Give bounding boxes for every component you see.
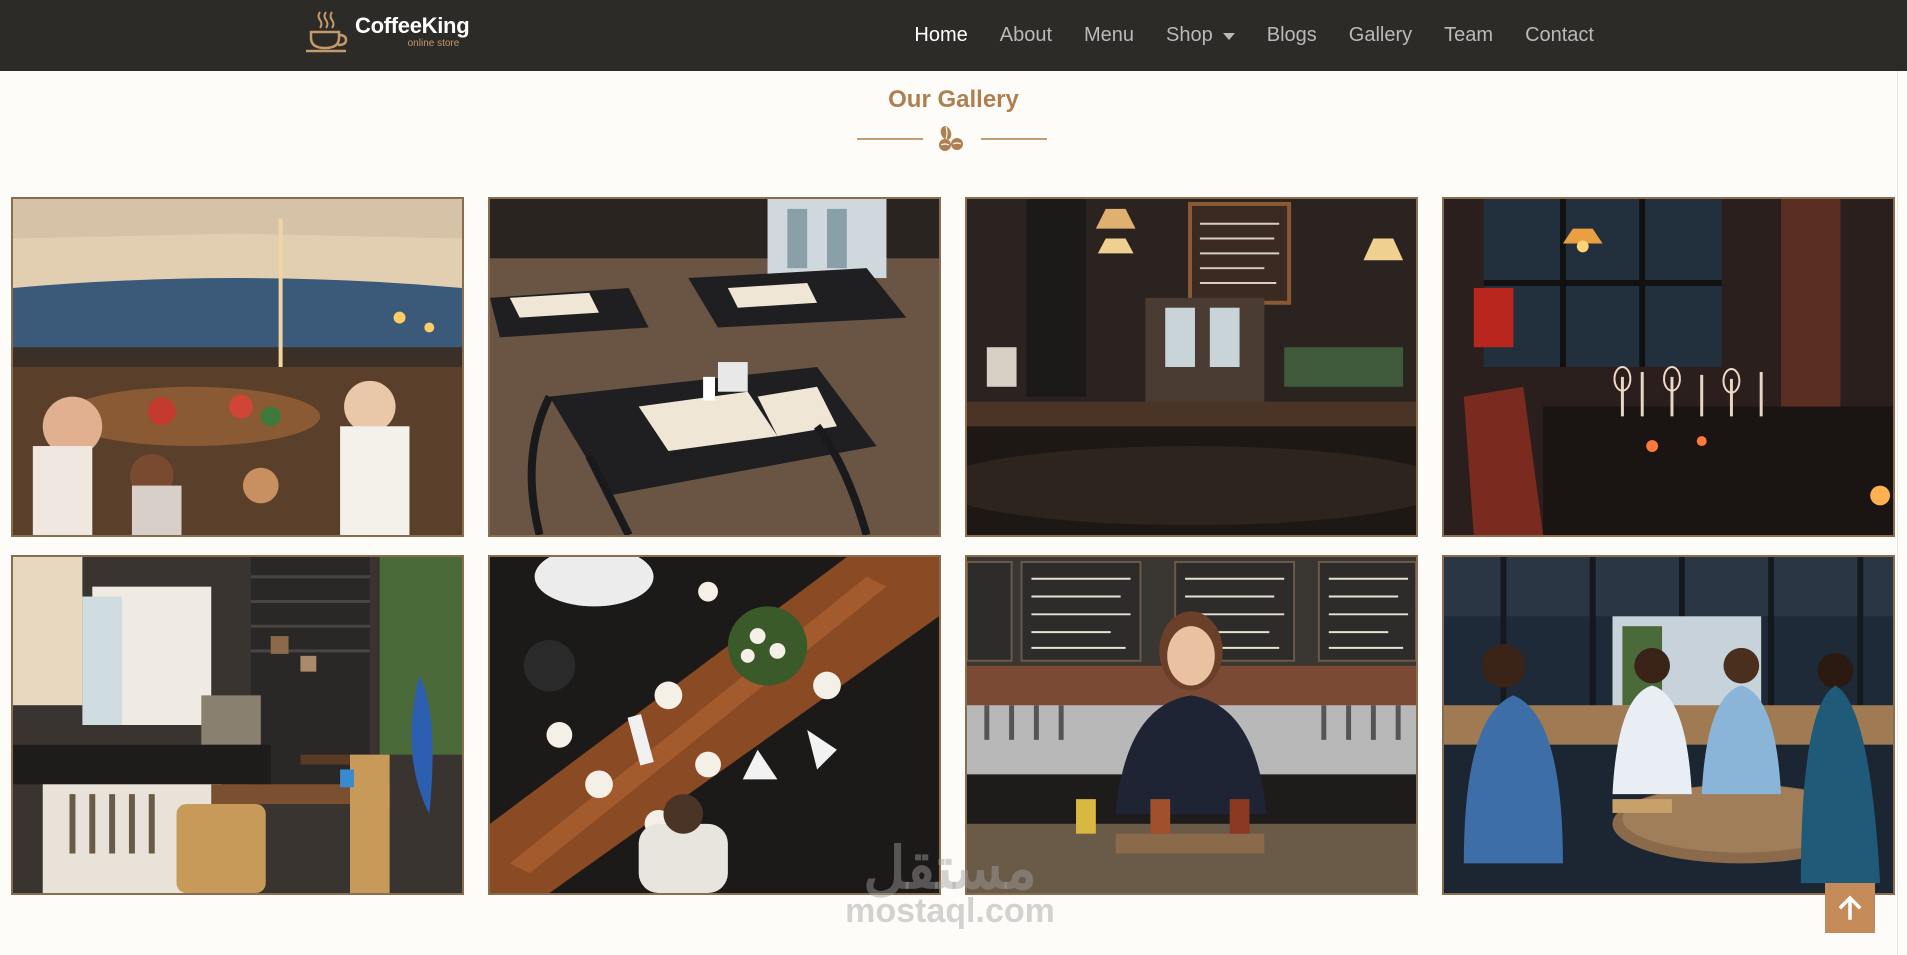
- nav-item-label: Home: [914, 24, 968, 46]
- nav-item-label: About: [999, 24, 1053, 46]
- coffee-cup-icon: [306, 11, 348, 53]
- coffee-beans-icon: [939, 126, 963, 151]
- nav-item-label: Menu: [1084, 24, 1135, 46]
- gallery-photo-outdoor-dinner[interactable]: [11, 197, 464, 537]
- gallery-photo-overhead-table[interactable]: [488, 555, 941, 895]
- gallery-photo-bartender[interactable]: [965, 555, 1418, 895]
- nav-item-label: Shop: [1166, 24, 1213, 46]
- gallery-photo-dining-room[interactable]: [1442, 197, 1895, 537]
- nav-menu: Home About Menu Shop Blogs Gallery Team …: [882, 0, 1594, 71]
- nav-item-home[interactable]: Home: [914, 24, 967, 47]
- page-scrollbar[interactable]: [1897, 71, 1907, 955]
- nav-item-blogs[interactable]: Blogs: [1267, 24, 1317, 47]
- section-title: Our Gallery: [888, 86, 1019, 113]
- nav-item-menu[interactable]: Menu: [1084, 24, 1134, 47]
- chevron-down-icon: [1222, 33, 1235, 40]
- nav-item-label: Blogs: [1266, 24, 1317, 46]
- nav-item-label: Gallery: [1348, 24, 1413, 46]
- navbar: CoffeeKing online store Home About Menu …: [0, 0, 1907, 71]
- nav-item-contact[interactable]: Contact: [1525, 24, 1594, 47]
- brand-name: CoffeeKing: [355, 13, 470, 38]
- nav-item-shop[interactable]: Shop: [1166, 24, 1235, 47]
- gallery-grid: [11, 197, 1895, 895]
- gallery-photo-restaurant-tables[interactable]: [488, 197, 941, 537]
- nav-item-team[interactable]: Team: [1444, 24, 1493, 47]
- gallery-photo-cafe-counter[interactable]: [11, 555, 464, 895]
- gallery-photo-friends-terrace[interactable]: [1442, 555, 1895, 895]
- back-to-top-button[interactable]: [1825, 883, 1875, 933]
- section-divider: [857, 126, 1047, 151]
- nav-item-label: Contact: [1525, 24, 1594, 46]
- brand-logo[interactable]: CoffeeKing online store: [303, 8, 470, 56]
- brand-tagline: online store: [407, 38, 460, 49]
- nav-item-label: Team: [1444, 24, 1494, 46]
- nav-item-about[interactable]: About: [1000, 24, 1052, 47]
- nav-item-gallery[interactable]: Gallery: [1349, 24, 1412, 47]
- watermark-latin: mostaql.com: [845, 892, 1055, 930]
- gallery-photo-bar-interior[interactable]: [965, 197, 1418, 537]
- arrow-up-icon: [1838, 895, 1862, 920]
